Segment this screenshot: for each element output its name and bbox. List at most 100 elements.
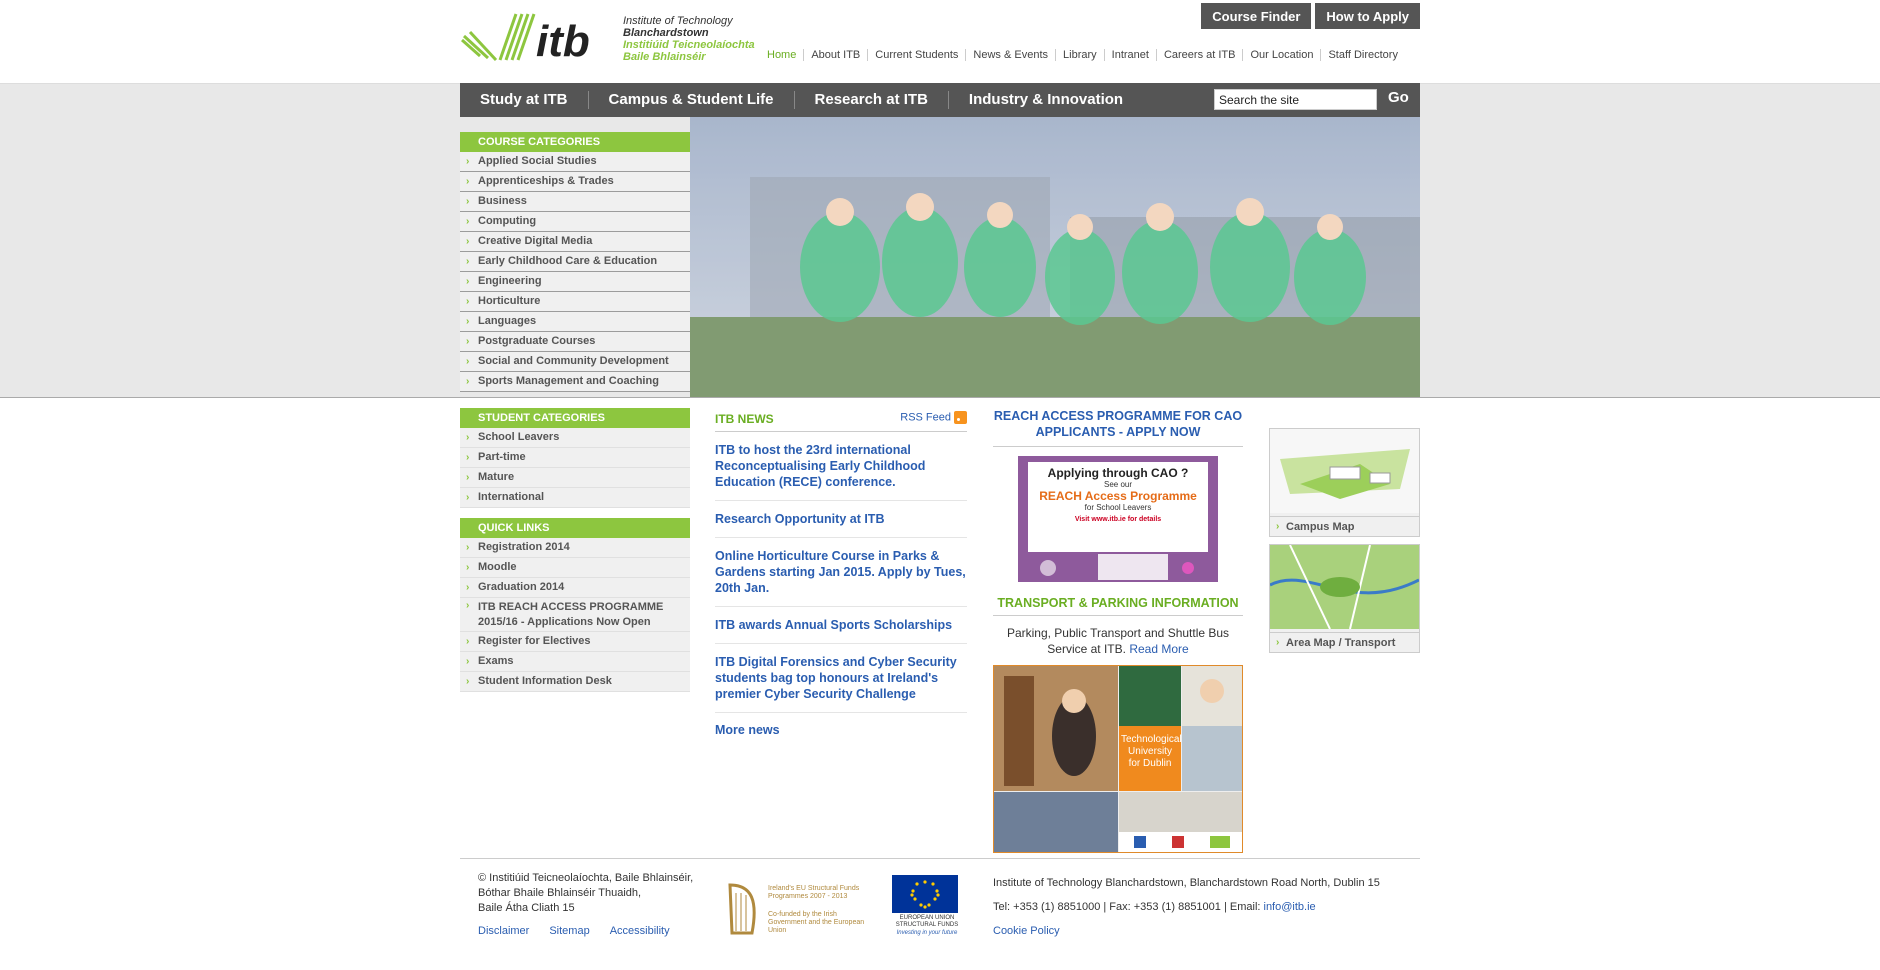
course-category-item[interactable]: › Business <box>460 192 690 212</box>
student-category-label: School Leavers <box>478 431 560 443</box>
topnav-library[interactable]: Library <box>1055 49 1104 61</box>
course-category-item[interactable]: › Creative Digital Media <box>460 232 690 252</box>
sitemap-link[interactable]: Sitemap <box>549 925 589 937</box>
chevron-right-icon: › <box>1276 521 1280 532</box>
logo-line-4: Baile Bhlainséir <box>623 51 706 63</box>
course-category-item[interactable]: › Early Childhood Care & Education <box>460 252 690 272</box>
news-item[interactable]: ITB awards Annual Sports Scholarships <box>715 607 967 644</box>
search-input[interactable]: Search the site <box>1214 89 1377 110</box>
campus-map-icon <box>1270 429 1419 513</box>
accessibility-link[interactable]: Accessibility <box>610 925 670 937</box>
logo-line-1: Institute of Technology <box>623 15 733 27</box>
reach-banner-line-5: Visit www.itb.ie for details <box>1074 516 1162 523</box>
chevron-right-icon: › <box>466 452 470 463</box>
how-to-apply-button[interactable]: How to Apply <box>1315 3 1420 29</box>
topnav-about[interactable]: About ITB <box>803 49 867 61</box>
quick-link-item[interactable]: › Exams <box>460 652 690 672</box>
topnav-careers[interactable]: Careers at ITB <box>1155 49 1243 61</box>
area-map-icon <box>1269 544 1420 630</box>
topnav-news-events[interactable]: News & Events <box>965 49 1055 61</box>
contact-phone-row: Tel: +353 (1) 8851000 | Fax: +353 (1) 88… <box>993 895 1380 919</box>
chevron-right-icon: › <box>466 256 470 267</box>
itb-swoosh-icon: itb <box>461 13 590 66</box>
course-category-item[interactable]: › Sports Management and Coaching <box>460 372 690 392</box>
reach-banner-line-2: See our <box>1103 480 1133 489</box>
nav-industry[interactable]: Industry & Innovation <box>947 91 1143 109</box>
quick-link-item[interactable]: › Moodle <box>460 558 690 578</box>
site-footer: © Institiúid Teicneolaíochta, Baile Bhla… <box>460 858 1420 958</box>
chevron-right-icon: › <box>466 656 470 667</box>
chevron-right-icon: › <box>466 196 470 207</box>
reach-banner-line-4: for School Leavers <box>1084 503 1152 512</box>
chevron-right-icon: › <box>466 582 470 593</box>
course-category-label: Engineering <box>478 275 542 287</box>
disclaimer-link[interactable]: Disclaimer <box>478 925 529 937</box>
news-item[interactable]: ITB to host the 23rd international Recon… <box>715 432 967 501</box>
news-item[interactable]: Research Opportunity at ITB <box>715 501 967 538</box>
tu-dublin-label: Technological University for Dublin <box>1121 734 1182 769</box>
topnav-current-students[interactable]: Current Students <box>867 49 965 61</box>
student-category-item[interactable]: › School Leavers <box>460 428 690 448</box>
nav-research[interactable]: Research at ITB <box>793 91 948 109</box>
student-categories: STUDENT CATEGORIES › School Leavers › Part… <box>460 408 690 692</box>
chevron-right-icon: › <box>466 600 470 611</box>
area-map-link[interactable]: › Area Map / Transport <box>1269 544 1420 653</box>
course-category-item[interactable]: › Apprenticeships & Trades <box>460 172 690 192</box>
student-category-item[interactable]: › International <box>460 488 690 508</box>
tu-dublin-banner[interactable]: Technological University for Dublin <box>993 665 1243 853</box>
course-category-item[interactable]: › Social and Community Development <box>460 352 690 372</box>
course-category-item[interactable]: › Applied Social Studies <box>460 152 690 172</box>
topnav-location[interactable]: Our Location <box>1242 49 1320 61</box>
news-item[interactable]: Online Horticulture Course in Parks & Ga… <box>715 538 967 607</box>
site-header: itb Institute of Technology Blanchardsto… <box>460 0 1420 83</box>
cookie-policy-link[interactable]: Cookie Policy <box>993 919 1380 943</box>
course-category-label: Horticulture <box>478 295 541 307</box>
logo-wordmark: itb <box>536 17 590 66</box>
topnav-home[interactable]: Home <box>767 49 803 61</box>
footer-address-line: © Institiúid Teicneolaíochta, Baile Bhla… <box>478 872 694 884</box>
transport-title: TRANSPORT & PARKING INFORMATION <box>993 596 1243 616</box>
reach-banner[interactable]: Applying through CAO ? See our REACH Acc… <box>1018 456 1218 582</box>
quick-link-item[interactable]: › ITB REACH ACCESS PROGRAMME 2015/16 - Ap… <box>460 598 690 632</box>
news-item[interactable]: ITB Digital Forensics and Cyber Security… <box>715 644 967 713</box>
read-more-link[interactable]: Read More <box>1129 642 1188 656</box>
more-news-link[interactable]: More news <box>715 713 967 737</box>
chevron-right-icon: › <box>466 336 470 347</box>
course-category-item[interactable]: › Computing <box>460 212 690 232</box>
itb-logo[interactable]: itb Institute of Technology Blanchardsto… <box>460 12 760 72</box>
news-header: ITB NEWS RSS Feed <box>715 408 967 432</box>
topnav-staff-directory[interactable]: Staff Directory <box>1320 49 1398 61</box>
course-category-item[interactable]: › Postgraduate Courses <box>460 332 690 352</box>
course-category-item[interactable]: › Engineering <box>460 272 690 292</box>
course-category-item[interactable]: › Horticulture <box>460 292 690 312</box>
course-categories-heading: COURSE CATEGORIES <box>460 132 690 152</box>
eu-text-4: Investing in your future <box>896 930 958 936</box>
eu-text-3: EUROPEAN UNION STRUCTURAL FUNDS <box>895 915 959 928</box>
search-go-button[interactable]: Go <box>1388 89 1409 106</box>
topnav-intranet[interactable]: Intranet <box>1103 49 1156 61</box>
quick-link-item[interactable]: › Graduation 2014 <box>460 578 690 598</box>
quick-link-label: Moodle <box>478 561 517 573</box>
news-section: ITB NEWS RSS Feed ITB to host the 23rd i… <box>715 408 967 737</box>
logo-line-3: Institiúid Teicneolaíochta <box>623 39 755 51</box>
nav-campus-life[interactable]: Campus & Student Life <box>587 91 794 109</box>
nav-study[interactable]: Study at ITB <box>460 91 588 109</box>
quick-link-item[interactable]: › Register for Electives <box>460 632 690 652</box>
student-category-item[interactable]: › Part-time <box>460 448 690 468</box>
course-category-label: Apprenticeships & Trades <box>478 175 614 187</box>
rss-feed-link[interactable]: RSS Feed <box>900 411 967 424</box>
reach-title-link[interactable]: REACH ACCESS PROGRAMME FOR CAO APPLICANT… <box>993 408 1243 447</box>
course-finder-button[interactable]: Course Finder <box>1201 3 1312 29</box>
campus-map-link[interactable]: › Campus Map <box>1269 428 1420 537</box>
student-category-item[interactable]: › Mature <box>460 468 690 488</box>
course-category-item[interactable]: › Languages <box>460 312 690 332</box>
student-category-label: Mature <box>478 471 515 483</box>
quick-link-item[interactable]: › Registration 2014 <box>460 538 690 558</box>
email-link[interactable]: info@itb.ie <box>1264 901 1316 913</box>
course-category-label: Sports Management and Coaching <box>478 375 659 387</box>
contact-phone: Tel: +353 (1) 8851000 | Fax: +353 (1) 88… <box>993 901 1261 913</box>
news-heading: ITB NEWS <box>715 412 774 426</box>
chevron-right-icon: › <box>466 676 470 687</box>
quick-link-item[interactable]: › Student Information Desk <box>460 672 690 692</box>
reach-banner-line-3: REACH Access Programme <box>1039 489 1197 503</box>
